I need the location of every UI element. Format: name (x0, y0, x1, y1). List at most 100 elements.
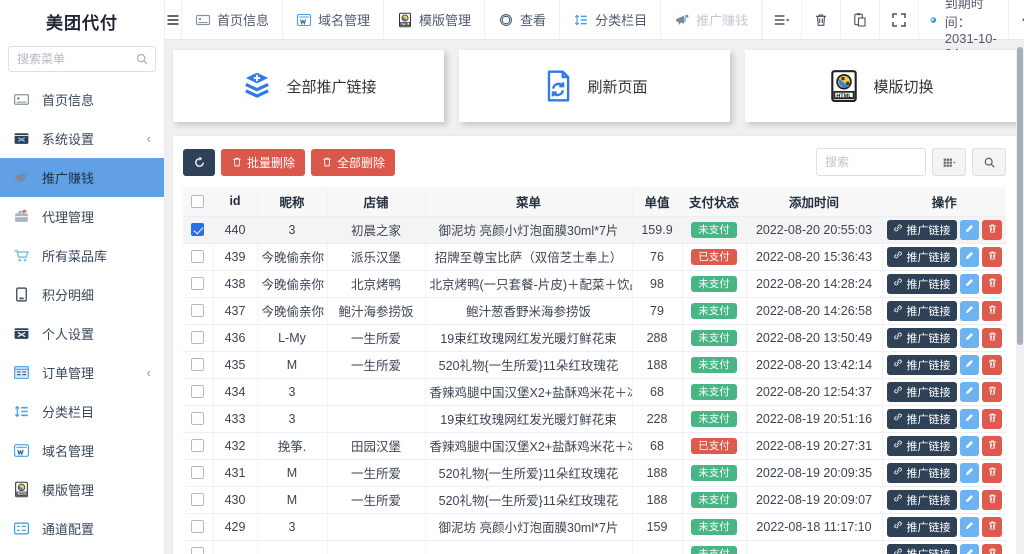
row-checkbox[interactable] (191, 493, 205, 506)
edit-button[interactable] (959, 354, 980, 375)
promo-link-button[interactable]: 推广链接 (886, 489, 957, 510)
edit-button[interactable] (959, 219, 980, 240)
table-row: 440 3 初晨之家 御泥坊 亮颜小灯泡面膜30ml*7片 159.9 未支付 2022-0… (183, 216, 1006, 244)
sidebar-item-域名管理[interactable]: 域名管理 (0, 431, 164, 470)
tab-首页信息[interactable]: 首页信息 (181, 0, 284, 39)
promo-link-button[interactable]: 推广链接 (886, 381, 957, 402)
row-checkbox[interactable] (191, 439, 205, 452)
columns-toggle-button[interactable] (932, 148, 966, 176)
row-checkbox[interactable] (191, 466, 205, 479)
row-checkbox[interactable] (191, 250, 205, 263)
clear-cache-icon[interactable] (840, 0, 879, 39)
tab-域名管理[interactable]: 域名管理 (283, 0, 385, 39)
promo-link-button[interactable]: 推广链接 (886, 516, 957, 537)
table-search-input[interactable] (816, 148, 926, 176)
header-select-all (183, 187, 214, 217)
delete-button[interactable] (982, 327, 1002, 348)
admin-account[interactable]: K Admin 到期时间：2031-10-24 (918, 0, 1008, 61)
scrollbar-thumb[interactable] (1017, 47, 1023, 345)
row-checkbox[interactable] (191, 547, 205, 554)
edit-button[interactable] (959, 516, 980, 537)
delete-button[interactable] (982, 219, 1002, 240)
table-row: 429 3 御泥坊 亮颜小灯泡面膜30ml*7片 159 未支付 2022-08-18 1… (183, 513, 1006, 541)
promo-link-button[interactable]: 推广链接 (886, 300, 957, 321)
delete-button[interactable] (982, 489, 1002, 510)
row-checkbox[interactable] (191, 385, 205, 398)
edit-button[interactable] (959, 246, 980, 267)
row-checkbox[interactable] (191, 223, 205, 236)
delete-button[interactable] (982, 381, 1002, 402)
card-全部推广链接[interactable]: 全部推广链接 (173, 50, 444, 122)
edit-button[interactable] (959, 435, 980, 456)
edit-button[interactable] (959, 300, 980, 321)
card-刷新页面[interactable]: 刷新页面 (459, 50, 730, 122)
delete-button[interactable] (982, 273, 1002, 294)
delete-button[interactable] (982, 516, 1002, 537)
promo-link-button[interactable]: 推广链接 (886, 435, 957, 456)
page-scrollbar[interactable] (1016, 41, 1024, 554)
edit-button[interactable] (959, 408, 980, 429)
promo-link-button[interactable]: 推广链接 (886, 543, 957, 554)
delete-button[interactable] (982, 246, 1002, 267)
sidebar-item-代理管理[interactable]: 代理管理 (0, 197, 164, 236)
sidebar-item-label: 首页信息 (42, 93, 95, 108)
delete-all-button[interactable]: 全部删除 (311, 148, 396, 176)
delete-button[interactable] (982, 543, 1002, 554)
promo-link-button[interactable]: 推广链接 (886, 462, 957, 483)
sidebar-item-推广赚钱[interactable]: 推广赚钱 (0, 158, 164, 197)
delete-button[interactable] (982, 354, 1002, 375)
edit-button[interactable] (959, 543, 980, 554)
promo-link-button[interactable]: 推广链接 (886, 354, 957, 375)
select-all-checkbox[interactable] (191, 194, 205, 208)
promo-link-button[interactable]: 推广链接 (886, 246, 957, 267)
trash-icon[interactable] (801, 0, 840, 39)
pencil-icon (964, 492, 975, 507)
row-time: 2022-08-20 14:26:58 (746, 297, 883, 325)
batch-delete-button[interactable]: 批量删除 (221, 148, 306, 176)
table-search-button[interactable] (972, 148, 1006, 176)
delete-button[interactable] (982, 300, 1002, 321)
card-模版切换[interactable]: HTML 模版切换 (745, 50, 1016, 122)
pencil-icon (964, 303, 975, 318)
promo-link-button[interactable]: 推广链接 (886, 273, 957, 294)
sidebar-item-通道配置[interactable]: 通道配置 (0, 509, 164, 548)
promo-link-button[interactable]: 推广链接 (886, 327, 957, 348)
edit-button[interactable] (959, 273, 980, 294)
settings-gear-icon[interactable] (1007, 0, 1024, 39)
system-settings-icon (13, 130, 30, 147)
row-checkbox[interactable] (191, 358, 205, 371)
refresh-button[interactable] (183, 148, 215, 176)
sidebar-item-订单管理[interactable]: 订单管理 ‹ (0, 353, 164, 392)
delete-button[interactable] (982, 408, 1002, 429)
row-checkbox[interactable] (191, 331, 205, 344)
tab-模版管理[interactable]: HTML 模版管理 (384, 0, 486, 39)
promo-link-button[interactable]: 推广链接 (886, 219, 957, 240)
row-checkbox[interactable] (191, 304, 205, 317)
row-checkbox[interactable] (191, 520, 205, 533)
row-price: 68 (632, 432, 683, 460)
fullscreen-icon[interactable] (879, 0, 918, 39)
delete-button[interactable] (982, 435, 1002, 456)
promo-link-button[interactable]: 推广链接 (886, 408, 957, 429)
row-checkbox[interactable] (191, 277, 205, 290)
tabs-menu-dropdown-icon[interactable] (762, 0, 801, 39)
sidebar-search-input[interactable] (8, 46, 156, 72)
edit-button[interactable] (959, 462, 980, 483)
tab-分类栏目[interactable]: 分类栏目 (560, 0, 662, 39)
edit-button[interactable] (959, 327, 980, 348)
tab-查看[interactable]: 查看 (485, 0, 561, 39)
tab-推广赚钱[interactable]: 推广赚钱 (661, 0, 763, 39)
row-checkbox[interactable] (191, 412, 205, 425)
sidebar-item-系统设置[interactable]: 系统设置 ‹ (0, 119, 164, 158)
sidebar-item-个人设置[interactable]: 个人设置 (0, 314, 164, 353)
sidebar-toggle-icon[interactable] (165, 0, 181, 39)
edit-button[interactable] (959, 489, 980, 510)
delete-button[interactable] (982, 462, 1002, 483)
edit-button[interactable] (959, 381, 980, 402)
sidebar-item-分类栏目[interactable]: 分类栏目 (0, 392, 164, 431)
row-id: 440 (213, 216, 258, 244)
sidebar-item-首页信息[interactable]: 首页信息 (0, 80, 164, 119)
sidebar-item-积分明细[interactable]: 积分明细 (0, 275, 164, 314)
sidebar-item-模版管理[interactable]: HTML 模版管理 (0, 470, 164, 509)
sidebar-item-所有菜品库[interactable]: 所有菜品库 (0, 236, 164, 275)
